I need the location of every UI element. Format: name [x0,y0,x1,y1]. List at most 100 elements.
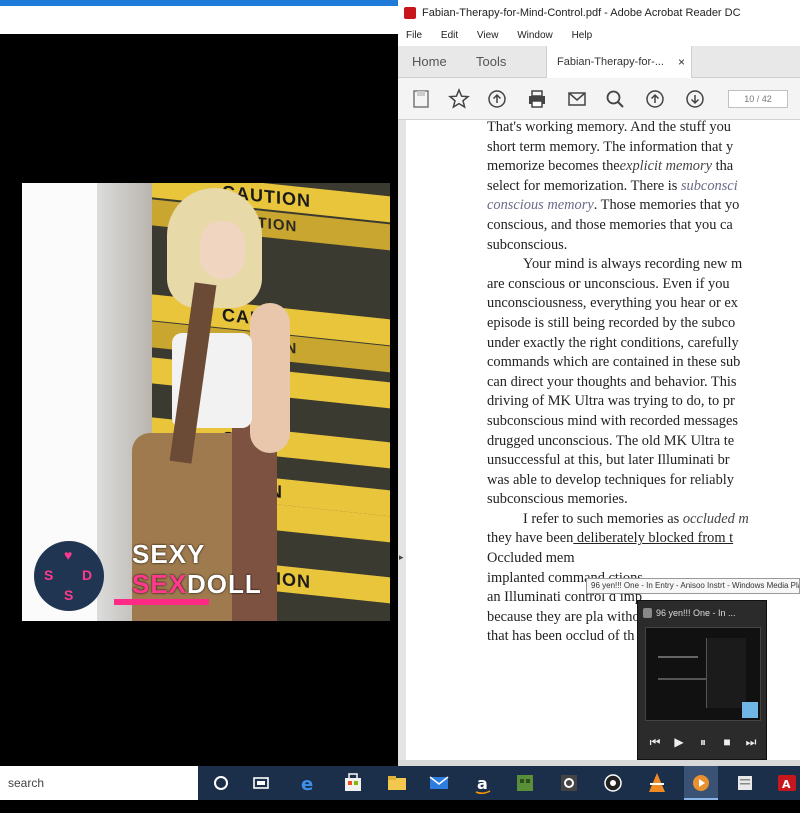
store-icon[interactable] [336,766,370,800]
logo-letter: S [64,587,74,603]
document-line: conscious, and those memories that you c… [487,216,733,233]
document-line: commands which are contained in these su… [487,354,741,371]
document-line: unsuccessful at this, but later Illumina… [487,452,730,469]
emphasis-text: subconsci [677,177,738,194]
brand-logo: ♥ S D S [34,541,104,611]
chevron-right-icon[interactable]: ▸ [399,552,404,563]
tab-document[interactable]: Fabian-Therapy-for-... × [546,46,692,78]
document-line: Your mind is always recording new m [523,256,743,273]
document-line: short term memory. The information that … [487,138,734,155]
document-line: conscious memory. Those memories that yo [487,197,740,214]
cortana-icon[interactable] [244,766,278,800]
tab-tools[interactable]: Tools [476,46,506,78]
menu-bar: File Edit View Window Help [398,26,800,46]
notes-icon[interactable] [728,766,762,800]
print-icon[interactable] [526,88,548,110]
menu-window[interactable]: Window [517,26,553,46]
zoom-icon[interactable] [604,88,626,110]
file-explorer-icon[interactable] [380,766,414,800]
logo-wordmark-line2: SEXDOLL [132,569,262,600]
underlined-text: deliberately blocked from t [573,530,734,547]
document-line: under exactly the right conditions, care… [487,334,739,351]
close-icon[interactable]: × [678,46,685,78]
email-icon[interactable] [566,88,588,110]
document-line: subconscious. [487,236,568,253]
svg-text:A: A [782,778,791,791]
pause-icon[interactable]: ⏸ [694,733,712,751]
minecraft-icon[interactable] [508,766,542,800]
tab-document-label: Fabian-Therapy-for-... [557,56,664,68]
figure-face [200,221,245,279]
document-line: drugged unconscious. The old MK Ultra te [487,432,735,449]
preview-line [658,678,706,680]
tab-home[interactable]: Home [412,46,447,78]
upload-icon[interactable] [486,88,508,110]
acrobat-icon[interactable]: A [770,766,800,800]
logo-wordmark-line1: SEXY [132,539,206,569]
page-down-icon[interactable] [684,88,706,110]
media-player-title-text: 96 yen!!! One - In ... [656,608,736,618]
document-text: That's working memory. And the stuff you… [487,120,800,647]
taskbar-tooltip: 96 yen!!! One - In Entry - Anisoo Instrt… [586,578,800,594]
edge-icon[interactable]: e [292,766,326,800]
vlc-icon[interactable] [640,766,674,800]
media-player-preview[interactable] [645,627,761,721]
document-line: I refer to such memories as occluded m [523,510,749,527]
media-controls: ⏮ ▶ ⏸ ■ ⏭ [638,727,768,757]
emphasis-text: conscious memory [487,197,594,214]
image-viewer-window: CAUTION CAUTION CAUT CAUTION CAUT CA UTI… [0,0,398,766]
preview-cursor-icon [742,702,758,718]
preview-panel [706,638,746,708]
preview-line [658,656,698,658]
document-line: can direct your thoughts and behavior. T… [487,373,737,390]
menu-file[interactable]: File [406,26,422,46]
product-photo: CAUTION CAUTION CAUT CAUTION CAUT CA UTI… [22,183,390,621]
document-line: driving of MK Ultra was trying to do, to… [487,393,735,410]
document-line: episode is still being recorded by the s… [487,314,736,331]
mail-icon[interactable] [422,766,456,800]
menu-help[interactable]: Help [572,26,593,46]
prev-icon[interactable]: ⏮ [646,733,664,751]
page-number-field[interactable]: 10 / 42 [728,90,788,108]
logo-wordmark-highlight: SEX [132,569,188,599]
emphasis-text: explicit memory [619,158,712,175]
acrobat-app-icon [404,7,416,19]
settings-icon[interactable] [552,766,586,800]
amazon-icon[interactable]: a [466,766,500,800]
search-input[interactable]: search [0,766,198,800]
logo-letter: D [82,567,93,583]
document-line: they have been deliberately blocked from… [487,530,734,547]
document-line: subconscious mind with recorded messages [487,412,738,429]
next-icon[interactable]: ⏭ [742,733,760,751]
document-line: memorize becomes theexplicit memory tha [487,158,734,175]
play-icon[interactable]: ▶ [670,733,688,751]
page-up-icon[interactable] [644,88,666,110]
stop-icon[interactable]: ■ [718,733,736,751]
task-view-icon[interactable] [204,766,238,800]
emphasis-text: occluded m [679,510,749,527]
logo-letter: S [44,567,54,583]
navigation-pane-rail[interactable]: ▸ [398,120,406,760]
logo-heart-icon: ♥ [64,547,73,563]
media-player-app-icon [643,608,652,618]
figure-arm [250,303,290,453]
media-player-thumbnail[interactable]: 96 yen!!! One - In ... ⏮ ▶ ⏸ ■ ⏭ [637,600,767,760]
document-line: That's working memory. And the stuff you [487,120,732,135]
taskbar: search e a A [0,766,800,800]
media-player-title: 96 yen!!! One - In ... [638,601,768,625]
svg-text:a: a [477,774,488,793]
document-line: Occluded mem [487,550,575,567]
image-viewer-titlebar[interactable] [0,0,398,34]
logo-underline [114,599,209,605]
media-player-icon[interactable] [684,766,718,800]
camera-icon[interactable] [596,766,630,800]
acrobat-toolbar: 10 / 42 [398,78,800,120]
window-title: Fabian-Therapy-for-Mind-Control.pdf - Ad… [422,7,741,19]
acrobat-titlebar[interactable]: Fabian-Therapy-for-Mind-Control.pdf - Ad… [398,0,800,26]
star-icon[interactable] [448,88,470,110]
document-line: unconsciousness, everything you hear or … [487,295,738,312]
document-line: select for memorization. There is subcon… [487,177,738,194]
menu-view[interactable]: View [477,26,499,46]
menu-edit[interactable]: Edit [441,26,458,46]
save-page-icon[interactable] [410,88,432,110]
